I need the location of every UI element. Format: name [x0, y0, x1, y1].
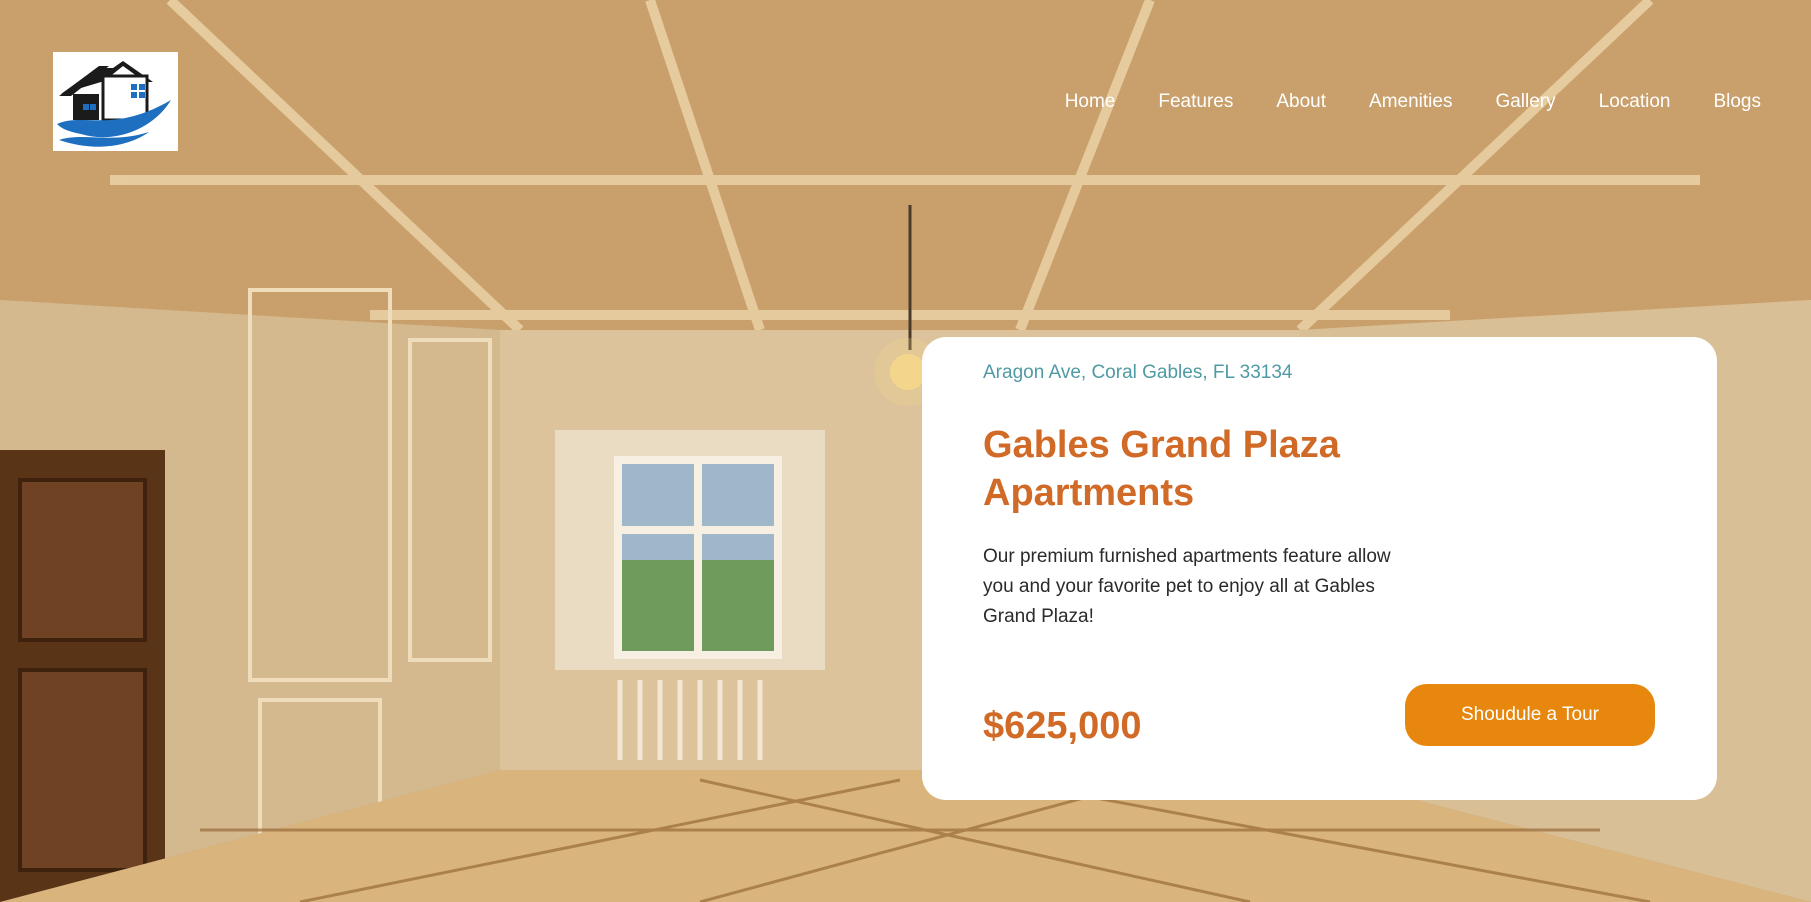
- listing-address: Aragon Ave, Coral Gables, FL 33134: [983, 362, 1293, 383]
- nav-gallery[interactable]: Gallery: [1495, 88, 1555, 116]
- nav-home[interactable]: Home: [1065, 88, 1116, 116]
- nav-location[interactable]: Location: [1599, 88, 1671, 116]
- nav-blogs[interactable]: Blogs: [1713, 88, 1761, 116]
- nav-about[interactable]: About: [1276, 88, 1326, 116]
- listing-description: Our premium furnished apartments feature…: [983, 546, 1391, 627]
- nav-amenities[interactable]: Amenities: [1369, 88, 1452, 116]
- hero-section: Home Features About Amenities Gallery Lo…: [0, 0, 1811, 902]
- listing-price: $625,000: [983, 705, 1142, 747]
- listing-card: Aragon Ave, Coral Gables, FL 33134 Gable…: [922, 337, 1717, 800]
- schedule-tour-button[interactable]: Shoudule a Tour: [1405, 684, 1655, 746]
- house-logo-icon: [57, 61, 171, 147]
- nav-features[interactable]: Features: [1158, 88, 1233, 116]
- site-logo[interactable]: [53, 52, 178, 151]
- listing-title: Gables Grand Plaza Apartments: [983, 424, 1340, 514]
- main-navigation: Home Features About Amenities Gallery Lo…: [1065, 88, 1761, 116]
